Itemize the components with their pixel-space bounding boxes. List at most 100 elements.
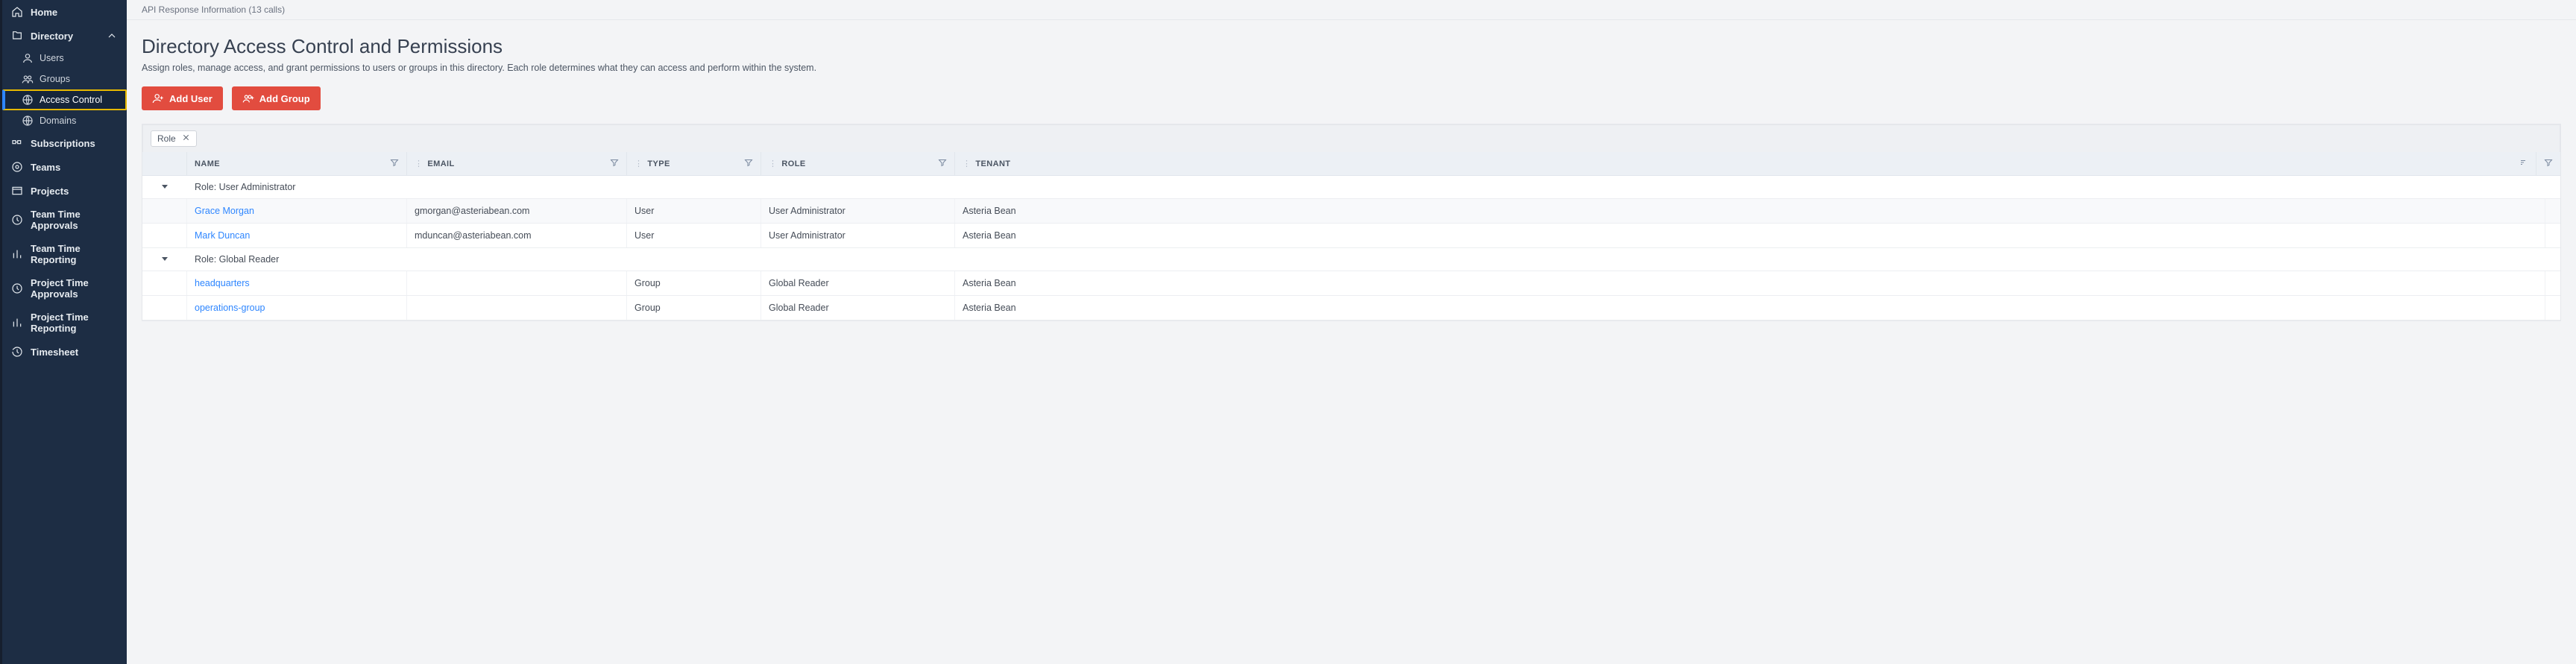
group-row[interactable]: Role: Global Reader xyxy=(142,248,2560,271)
nav-project-time-approvals-label: Project Time Approvals xyxy=(31,277,118,300)
nav-home-label: Home xyxy=(31,7,57,18)
row-type-cell: User xyxy=(627,224,761,247)
row-email-cell xyxy=(407,271,627,295)
row-edge-cell xyxy=(2545,271,2560,295)
entity-link[interactable]: Grace Morgan xyxy=(195,206,254,216)
col-role-label: ROLE xyxy=(781,159,805,168)
nav-users[interactable]: Users xyxy=(2,48,127,69)
nav-directory[interactable]: Directory xyxy=(2,24,127,48)
nav-home[interactable]: Home xyxy=(2,0,127,24)
nav-timesheet[interactable]: Timesheet xyxy=(2,340,127,364)
nav-project-time-approvals[interactable]: Project Time Approvals xyxy=(2,271,127,306)
row-name-cell: Mark Duncan xyxy=(187,224,407,247)
history-icon xyxy=(11,346,23,358)
row-edge-cell xyxy=(2545,296,2560,320)
filter-icon[interactable] xyxy=(744,158,753,169)
nav-projects-label: Projects xyxy=(31,186,69,197)
row-edge-cell xyxy=(2545,224,2560,247)
nav-teams[interactable]: Teams xyxy=(2,155,127,179)
nav-projects[interactable]: Projects xyxy=(2,179,127,203)
row-name-cell: operations-group xyxy=(187,296,407,320)
row-role-cell: Global Reader xyxy=(761,271,955,295)
clock-icon xyxy=(11,282,23,294)
filter-icon[interactable] xyxy=(610,158,619,169)
api-response-bar[interactable]: API Response Information (13 calls) xyxy=(127,0,2576,20)
col-type-label: TYPE xyxy=(647,159,670,168)
nav-access-control-label: Access Control xyxy=(40,95,102,105)
nav-directory-label: Directory xyxy=(31,31,73,42)
row-name-cell: Grace Morgan xyxy=(187,199,407,223)
subscriptions-icon xyxy=(11,137,23,149)
nav-teams-label: Teams xyxy=(31,162,60,173)
group-header-label: Role: Global Reader xyxy=(187,248,2560,271)
teams-icon xyxy=(11,161,23,173)
filter-icon[interactable] xyxy=(938,158,947,169)
nav-subscriptions-label: Subscriptions xyxy=(31,138,95,149)
nav-domains[interactable]: Domains xyxy=(2,110,127,131)
col-tenant[interactable]: ⋮ TENANT xyxy=(955,152,2536,175)
row-role-cell: User Administrator xyxy=(761,224,955,247)
nav-users-label: Users xyxy=(40,53,64,63)
add-group-button[interactable]: Add Group xyxy=(232,86,321,110)
table-header: NAME ⋮ EMAIL ⋮ TYPE ⋮ ROLE xyxy=(142,152,2560,176)
page-title: Directory Access Control and Permissions xyxy=(142,35,2561,58)
col-tenant-label: TENANT xyxy=(975,159,1010,168)
col-email-label: EMAIL xyxy=(427,159,454,168)
col-email[interactable]: ⋮ EMAIL xyxy=(407,152,627,175)
row-tenant-cell: Asteria Bean xyxy=(955,296,2545,320)
col-role[interactable]: ⋮ ROLE xyxy=(761,152,955,175)
entity-link[interactable]: operations-group xyxy=(195,303,265,313)
group-header-label: Role: User Administrator xyxy=(187,176,2560,198)
entity-link[interactable]: headquarters xyxy=(195,278,250,288)
row-expand-cell xyxy=(142,199,187,223)
table-row: operations-group GroupGlobal ReaderAsteri… xyxy=(142,296,2560,320)
entity-link[interactable]: Mark Duncan xyxy=(195,230,250,241)
action-row: Add User Add Group xyxy=(142,86,2561,110)
row-expand-cell xyxy=(142,296,187,320)
sort-icon[interactable] xyxy=(2519,158,2528,169)
chevron-up-icon xyxy=(106,30,118,42)
row-role-cell: Global Reader xyxy=(761,296,955,320)
filter-chip-role[interactable]: Role xyxy=(151,130,197,147)
row-expand-cell xyxy=(142,271,187,295)
row-email-cell: mduncan@asteriabean.com xyxy=(407,224,627,247)
sidebar: Home Directory Users Groups Access Contr… xyxy=(0,0,127,664)
add-group-label: Add Group xyxy=(259,93,310,104)
filter-icon[interactable] xyxy=(2544,158,2553,169)
nav-access-control[interactable]: Access Control xyxy=(2,89,127,110)
row-role-cell: User Administrator xyxy=(761,199,955,223)
nav-subscriptions[interactable]: Subscriptions xyxy=(2,131,127,155)
col-name[interactable]: NAME xyxy=(187,152,407,175)
row-tenant-cell: Asteria Bean xyxy=(955,199,2545,223)
globe-icon xyxy=(22,94,34,106)
add-user-button[interactable]: Add User xyxy=(142,86,223,110)
page-description: Assign roles, manage access, and grant p… xyxy=(142,63,2561,73)
nav-groups[interactable]: Groups xyxy=(2,69,127,89)
row-tenant-cell: Asteria Bean xyxy=(955,271,2545,295)
api-response-text: API Response Information (13 calls) xyxy=(142,4,285,15)
col-type[interactable]: ⋮ TYPE xyxy=(627,152,761,175)
nav-project-time-reporting[interactable]: Project Time Reporting xyxy=(2,306,127,340)
nav-timesheet-label: Timesheet xyxy=(31,347,78,358)
row-email-cell xyxy=(407,296,627,320)
caret-down-icon xyxy=(161,254,169,265)
nav-team-time-reporting[interactable]: Team Time Reporting xyxy=(2,237,127,271)
directory-icon xyxy=(11,30,23,42)
bar-chart-icon xyxy=(11,317,23,329)
nav-team-time-reporting-label: Team Time Reporting xyxy=(31,243,118,265)
nav-team-time-approvals-label: Team Time Approvals xyxy=(31,209,118,231)
table-row: headquartersGroupGlobal ReaderAsteria Be… xyxy=(142,271,2560,296)
col-edge-filter[interactable] xyxy=(2536,152,2560,175)
nav-team-time-approvals[interactable]: Team Time Approvals xyxy=(2,203,127,237)
home-icon xyxy=(11,6,23,18)
filter-icon[interactable] xyxy=(390,158,399,169)
row-tenant-cell: Asteria Bean xyxy=(955,224,2545,247)
user-icon xyxy=(22,52,34,64)
row-type-cell: Group xyxy=(627,296,761,320)
caret-down-icon xyxy=(161,182,169,192)
group-row[interactable]: Role: User Administrator xyxy=(142,176,2560,199)
globe-icon xyxy=(22,115,34,127)
group-add-icon xyxy=(242,92,254,104)
close-icon[interactable] xyxy=(182,133,190,144)
col-name-label: NAME xyxy=(195,159,220,168)
